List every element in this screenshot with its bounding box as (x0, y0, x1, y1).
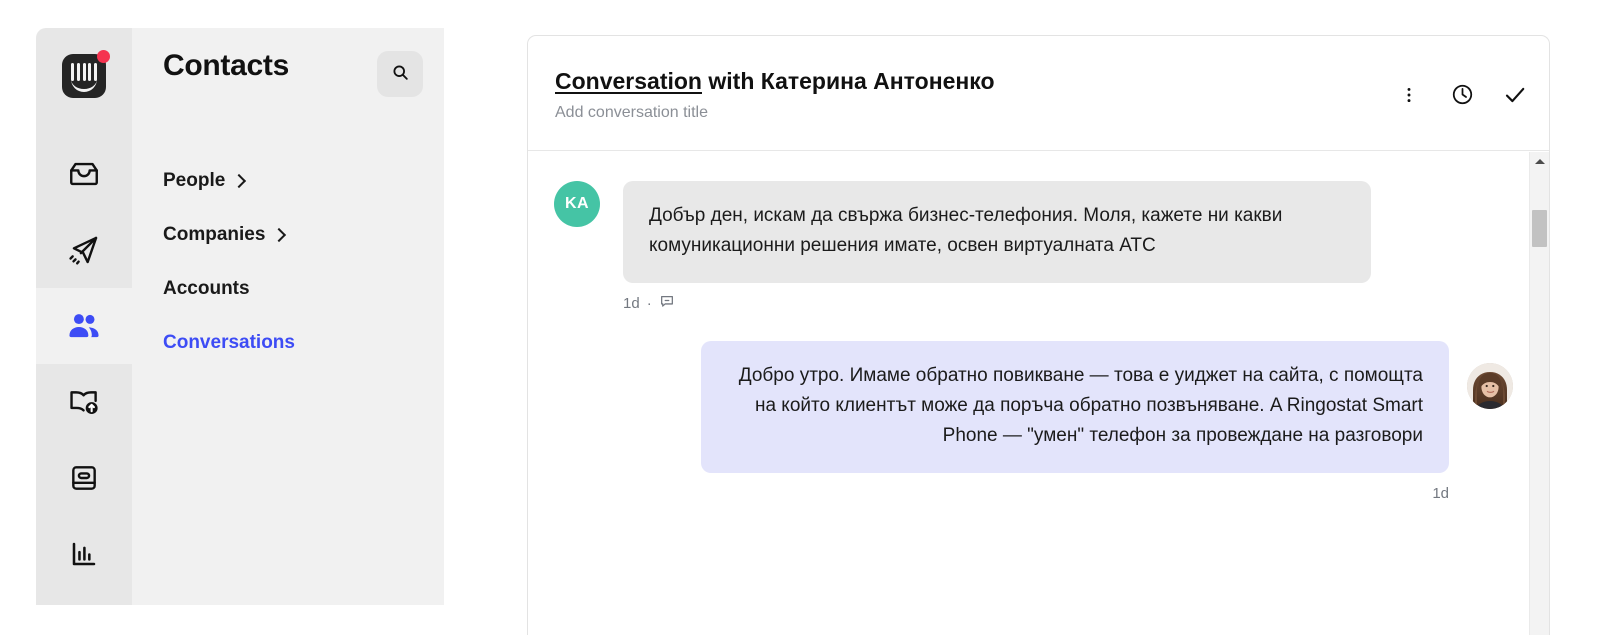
scroll-up-arrow-icon[interactable] (1530, 152, 1549, 170)
sidebar-item-label: Conversations (163, 332, 295, 353)
check-icon (1502, 82, 1528, 113)
rail-item-knowledge[interactable] (36, 364, 132, 440)
message-bubble: Добро утро. Имаме обратно повикване — то… (701, 341, 1449, 474)
sidebar-item-people[interactable]: People (132, 154, 444, 208)
message-list: KA Добър ден, искам да свържа бизнес-тел… (528, 151, 1549, 635)
rail-item-reports[interactable] (36, 516, 132, 592)
book-upload-icon (67, 385, 101, 419)
sidebar-item-companies[interactable]: Companies (132, 208, 444, 262)
sidebar-item-label: Companies (163, 224, 266, 245)
scrollbar-thumb[interactable] (1532, 210, 1547, 247)
close-conversation-button[interactable] (1503, 85, 1527, 109)
more-options-button[interactable] (1397, 85, 1421, 109)
clock-icon (1450, 82, 1475, 112)
rail-item-contacts[interactable] (36, 274, 132, 378)
sidebar-item-label: Accounts (163, 278, 250, 299)
message-item-incoming: KA Добър ден, искам да свържа бизнес-тел… (528, 181, 1549, 284)
contacts-header: Contacts (132, 28, 444, 118)
card-icon (68, 462, 100, 494)
notification-dot (97, 50, 110, 63)
message-time: 1d (1432, 485, 1449, 503)
rail-item-messages[interactable] (36, 440, 132, 516)
message-meta: 1d (528, 485, 1549, 502)
message-meta: 1d · (528, 293, 1549, 313)
rail-item-inbox[interactable] (36, 136, 132, 212)
message-item-outgoing: Добро утро. Имаме обратно повикване — то… (528, 341, 1549, 474)
search-button[interactable] (377, 51, 423, 97)
chat-bubble-icon (659, 293, 675, 313)
chevron-right-icon (232, 173, 247, 188)
conversation-header: Conversation with Катерина Антоненко Add… (528, 36, 1549, 151)
sidebar-item-conversations[interactable]: Conversations (132, 316, 444, 370)
meta-separator: · (646, 294, 652, 312)
page-title: Contacts (163, 49, 289, 82)
inbox-icon (67, 157, 101, 191)
conversation-title: Conversation with Катерина Антоненко (555, 68, 995, 95)
message-time: 1d (623, 294, 640, 312)
message-bubble: Добър ден, искам да свържа бизнес-телефо… (623, 181, 1371, 284)
bar-chart-icon (68, 538, 100, 570)
avatar: KA (554, 181, 600, 227)
app-screen: Contacts People Companies Accounts Conve… (0, 0, 1600, 635)
kebab-menu-icon (1399, 85, 1419, 110)
snooze-button[interactable] (1450, 82, 1475, 112)
sidebar-item-label: People (163, 170, 226, 191)
sidebar-item-accounts[interactable]: Accounts (132, 262, 444, 316)
conversation-card: Conversation with Катерина Антоненко Add… (527, 35, 1550, 635)
agent-avatar-photo (1467, 363, 1513, 410)
app-logo[interactable] (62, 50, 110, 98)
paper-plane-icon (67, 233, 101, 267)
chevron-right-icon (272, 227, 287, 242)
header-actions (1397, 82, 1527, 112)
people-icon (66, 308, 102, 344)
icon-rail (36, 28, 132, 605)
logo-smile (71, 78, 97, 92)
contacts-nav: People Companies Accounts Conversations (132, 154, 444, 370)
avatar (1467, 363, 1513, 410)
contacts-panel: Contacts People Companies Accounts Conve… (132, 28, 444, 605)
search-icon (391, 63, 410, 85)
conversation-title-link[interactable]: Conversation (555, 68, 702, 94)
rail-icon-list (36, 136, 132, 592)
conversation-title-rest: with Катерина Антоненко (701, 68, 995, 94)
message-scrollbar[interactable] (1529, 152, 1549, 635)
conversation-title-input[interactable]: Add conversation title (555, 104, 708, 122)
